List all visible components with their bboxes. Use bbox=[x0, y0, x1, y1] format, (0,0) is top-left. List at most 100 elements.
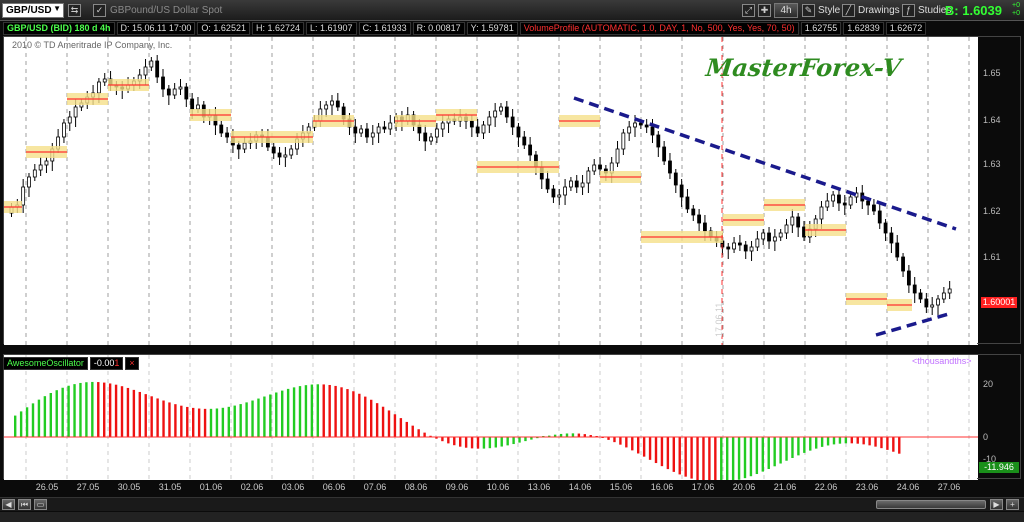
drawings-button[interactable]: Drawings bbox=[858, 5, 900, 16]
ao-bar bbox=[120, 386, 124, 437]
ao-bar bbox=[49, 393, 52, 437]
oscillator-current-tag: -11.946 bbox=[979, 462, 1019, 473]
candle-body bbox=[434, 128, 439, 138]
ao-bar bbox=[464, 437, 468, 448]
candle-body bbox=[149, 60, 154, 68]
candle-body bbox=[732, 242, 736, 250]
bar-date: D: 15.06.11 17:00 bbox=[116, 22, 196, 35]
ao-bar bbox=[844, 437, 848, 444]
ao-bar bbox=[708, 437, 711, 480]
candle-body bbox=[376, 126, 381, 134]
horizontal-scrollbar[interactable]: ◀ ⏮ ▭ ▶ + bbox=[0, 497, 1024, 511]
candle-body bbox=[901, 256, 905, 272]
studies-icon[interactable]: ƒ bbox=[902, 4, 915, 17]
oscillator-name[interactable]: AwesomeOscillator bbox=[3, 357, 88, 370]
ao-bar bbox=[476, 437, 480, 449]
date-tick: 14.06 bbox=[568, 482, 592, 492]
bar-high: H: 1.62724 bbox=[251, 22, 305, 35]
candle-body bbox=[918, 292, 923, 300]
candle-body bbox=[825, 200, 830, 208]
ao-bar bbox=[874, 437, 877, 447]
candle-body bbox=[67, 116, 72, 124]
watermark: MasterForex-V bbox=[704, 53, 903, 82]
candle-body bbox=[166, 88, 171, 96]
checkbox-icon[interactable]: ✓ bbox=[93, 4, 106, 17]
ao-bar bbox=[637, 437, 640, 454]
candle-body bbox=[330, 100, 334, 106]
ao-bar bbox=[61, 387, 64, 437]
candle-body bbox=[504, 106, 509, 118]
timeframe-button[interactable]: 4h bbox=[774, 3, 798, 18]
candle-body bbox=[499, 106, 503, 112]
ao-bar bbox=[791, 437, 794, 458]
ao-bar bbox=[666, 437, 670, 470]
oscillator-axis[interactable]: 20 0 -10 -11.946 bbox=[977, 354, 1021, 479]
date-axis[interactable]: 26.05 27.05 30.05 31.05 01.06 02.06 03.06 06.06… bbox=[3, 480, 1021, 495]
scroll-right-icon[interactable]: ▶ bbox=[990, 499, 1003, 510]
price-axis[interactable]: 1.65 1.64 1.63 1.62 1.61 1.60001 bbox=[977, 36, 1021, 344]
ao-bar bbox=[737, 437, 741, 480]
candle-body bbox=[143, 66, 148, 76]
candle-body bbox=[673, 172, 678, 186]
ao-bar bbox=[197, 408, 201, 437]
ao-bar bbox=[441, 437, 444, 442]
date-tick: 20.06 bbox=[732, 482, 756, 492]
ao-bar bbox=[346, 389, 349, 437]
ao-bar bbox=[85, 382, 88, 437]
candle-body bbox=[190, 98, 195, 110]
style-icon[interactable]: ✎ bbox=[802, 4, 815, 17]
ao-bar bbox=[322, 384, 325, 437]
ao-bar bbox=[227, 406, 230, 437]
ao-bar bbox=[773, 437, 776, 467]
ao-bar bbox=[684, 437, 687, 477]
ao-bar bbox=[168, 402, 171, 437]
ao-bar bbox=[482, 437, 486, 449]
oscillator-panel[interactable] bbox=[3, 354, 978, 480]
ao-bar bbox=[654, 437, 658, 464]
vp-value-1: 1.62755 bbox=[800, 22, 842, 35]
candle-body bbox=[883, 222, 888, 234]
crosshair-icon[interactable]: ✚ bbox=[758, 4, 771, 17]
candle-body bbox=[219, 124, 224, 134]
oscillator-background bbox=[4, 355, 978, 480]
candle-body bbox=[947, 288, 952, 294]
ao-bar bbox=[826, 437, 830, 446]
drawings-icon[interactable]: ╱ bbox=[842, 4, 855, 17]
candle-body bbox=[370, 132, 375, 138]
ao-bar bbox=[364, 396, 367, 437]
zoom-icon[interactable]: ⤢ bbox=[742, 4, 755, 17]
ao-bar bbox=[423, 432, 426, 437]
style-button[interactable]: Style bbox=[818, 5, 840, 16]
chart-title: GBP/USD (BID) 180 d 4h bbox=[3, 22, 115, 35]
link-icon[interactable]: ⇆ bbox=[68, 4, 81, 17]
ao-bar bbox=[488, 437, 492, 449]
scroll-reset-icon[interactable]: ▭ bbox=[34, 499, 47, 510]
ao-bar bbox=[714, 437, 717, 480]
oscillator-close-button[interactable]: × bbox=[125, 357, 139, 370]
candle-body bbox=[796, 216, 801, 228]
candle-body bbox=[359, 128, 364, 134]
ao-bar bbox=[292, 387, 296, 437]
symbol-input[interactable]: GBP/USD ▼ bbox=[2, 3, 64, 18]
scroll-first-icon[interactable]: ⏮ bbox=[18, 499, 31, 510]
scroll-thumb[interactable] bbox=[876, 500, 986, 509]
ao-bar bbox=[381, 406, 385, 437]
candle-body bbox=[644, 124, 649, 128]
candle-body bbox=[557, 194, 562, 198]
candle-body bbox=[924, 298, 929, 308]
candle-body bbox=[877, 210, 882, 224]
oscillator-value: -0.001 bbox=[89, 357, 124, 370]
ao-bar bbox=[14, 415, 17, 437]
zoom-in-icon[interactable]: + bbox=[1006, 499, 1019, 510]
scroll-left-icon[interactable]: ◀ bbox=[2, 499, 15, 510]
change-indicator: +0 +0 bbox=[1012, 2, 1020, 17]
candle-body bbox=[872, 204, 876, 212]
ao-bar bbox=[838, 437, 842, 444]
ao-bar bbox=[221, 407, 225, 437]
ao-bar bbox=[809, 437, 812, 451]
ao-bar bbox=[144, 394, 147, 437]
volume-profile-label[interactable]: VolumeProfile (AUTOMATIC, 1.0, DAY, 1, N… bbox=[519, 22, 799, 35]
candle-body bbox=[685, 196, 690, 210]
price-chart-panel[interactable]: 17.06.11 bbox=[3, 36, 978, 345]
date-tick: 13.06 bbox=[527, 482, 551, 492]
